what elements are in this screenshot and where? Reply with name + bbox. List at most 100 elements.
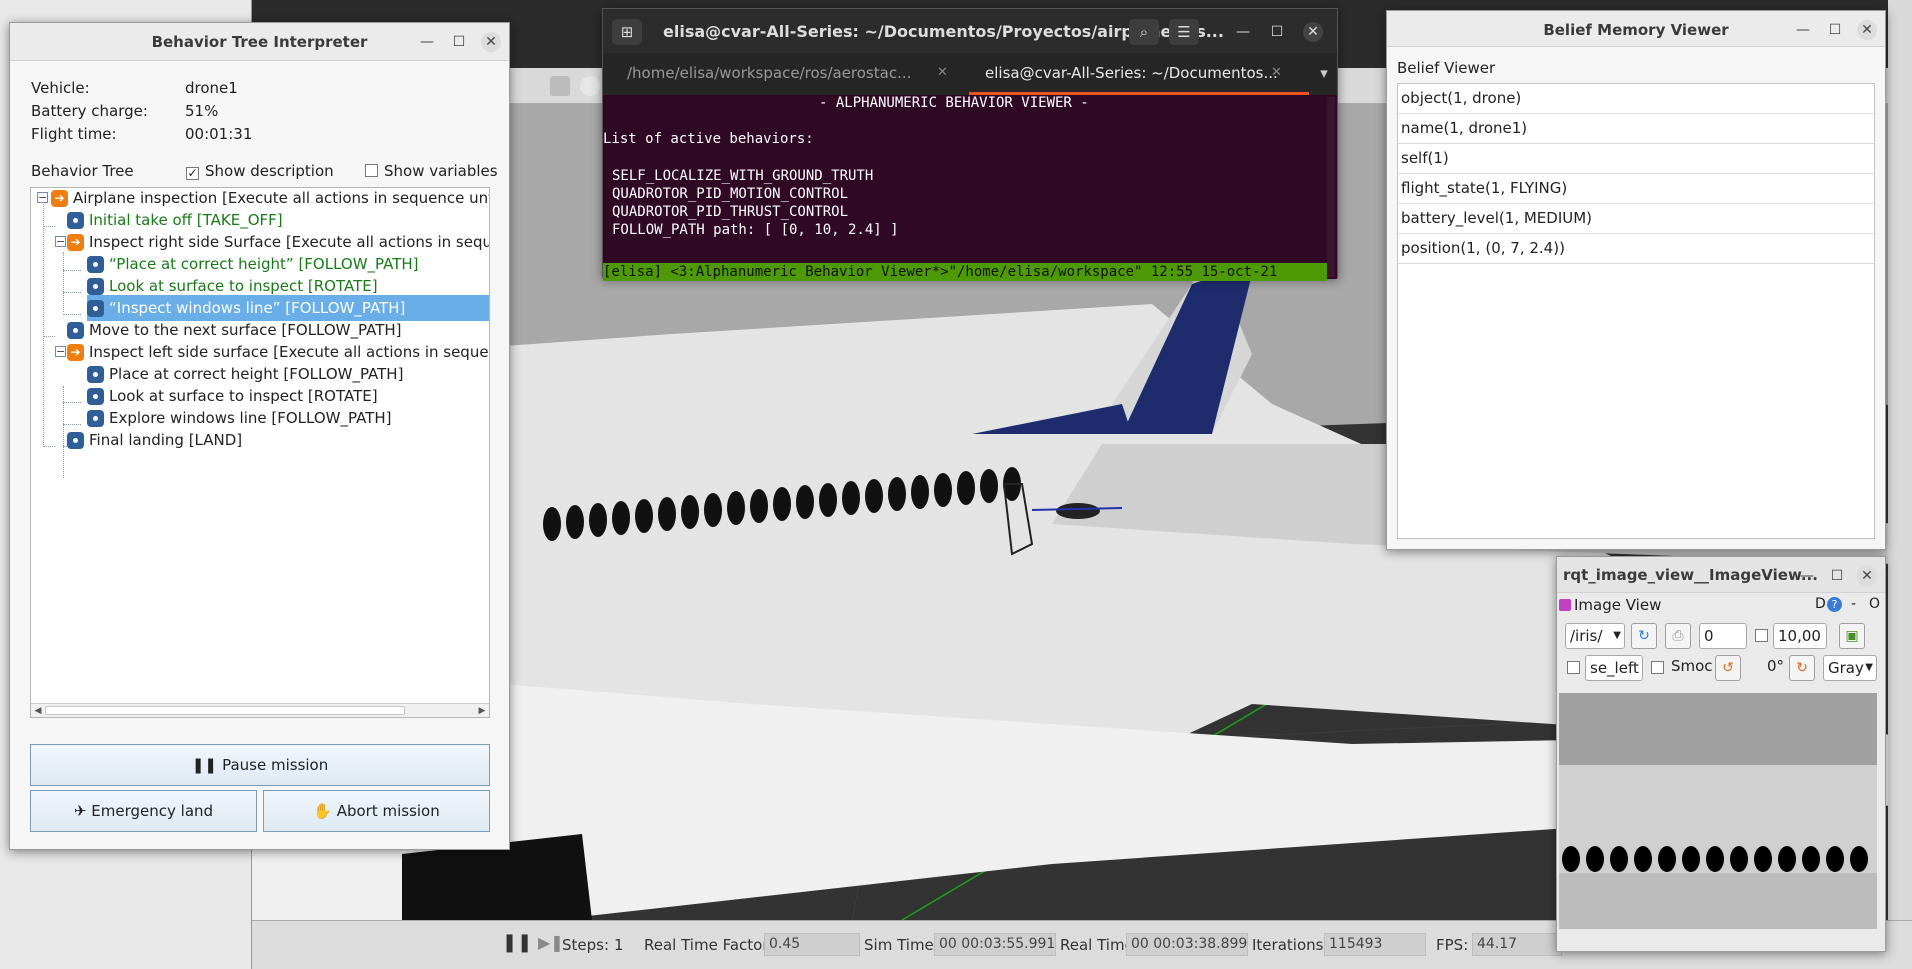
landing-icon: ✈	[73, 802, 92, 820]
color-scheme-value: Gray	[1828, 659, 1864, 677]
terminal-line: SELF_LOCALIZE_WITH_GROUND_TRUTH	[612, 168, 874, 184]
battery-value: 51%	[185, 102, 219, 120]
sphere-icon[interactable]	[580, 76, 600, 96]
titlebar[interactable]: Belief Memory Viewer — ☐ ✕	[1387, 11, 1885, 47]
image-view-label: Image View	[1574, 596, 1662, 614]
new-tab-icon[interactable]: ⊞	[612, 19, 642, 45]
terminal-titlebar[interactable]: ⊞ elisa@cvar-All-Series: ~/Documentos/Pr…	[603, 9, 1337, 53]
action-icon	[87, 256, 104, 273]
tab-documentos[interactable]: elisa@cvar-All-Series: ~/Documentos... ✕	[969, 53, 1309, 95]
action-icon	[67, 432, 84, 449]
tree-node[interactable]: Final landing [LAND]	[67, 427, 489, 453]
refresh-icon[interactable]: ↻	[1631, 623, 1657, 649]
collapse-toggle[interactable]: −	[55, 346, 66, 357]
titlebar[interactable]: Behavior Tree Interpreter — ☐ ✕	[10, 23, 509, 61]
checkbox-checked-icon[interactable]: ✓	[186, 167, 199, 180]
rotate-left-icon[interactable]: ↺	[1715, 655, 1741, 681]
abort-mission-label: Abort mission	[336, 802, 440, 820]
minimize-icon[interactable]: —	[1793, 20, 1813, 40]
steps-value[interactable]: 1	[614, 936, 624, 954]
maximize-icon[interactable]: ☐	[1827, 566, 1847, 586]
minimize-icon[interactable]: —	[417, 32, 437, 52]
tree-connector	[63, 402, 81, 403]
pause-sim-icon[interactable]: ❚❚	[502, 932, 532, 953]
belief-memory-viewer-window: Belief Memory Viewer — ☐ ✕ Belief Viewer…	[1386, 10, 1886, 550]
save-icon[interactable]: ⎙	[1665, 623, 1691, 649]
checkbox-unchecked-icon[interactable]	[365, 164, 378, 177]
steps-label: Steps:	[562, 936, 610, 954]
emergency-land-button[interactable]: ✈ Emergency land	[30, 790, 257, 832]
topic-select[interactable]: /iris/ ▼	[1565, 623, 1625, 649]
close-icon[interactable]: ✕	[481, 32, 501, 52]
pause-icon: ❚❚	[191, 756, 223, 774]
vehicle-value: drone1	[185, 79, 238, 97]
minimize-icon[interactable]: —	[1797, 566, 1817, 586]
belief-row[interactable]: name(1, drone1)	[1398, 114, 1874, 144]
belief-row[interactable]: position(1, (0, 7, 2.4))	[1398, 234, 1874, 264]
topic-suffix-field[interactable]: se_left	[1585, 655, 1643, 681]
terminal-line: QUADROTOR_PID_MOTION_CONTROL	[612, 186, 849, 202]
tab-workspace[interactable]: /home/elisa/workspace/ros/aerostac... ✕	[627, 53, 957, 95]
show-description-checkbox[interactable]: ✓ Show description	[186, 162, 334, 180]
behavior-tree-view[interactable]: − − − ➔ Airplane inspection [Execute all…	[30, 187, 490, 718]
scroll-right-icon[interactable]: ▶	[475, 704, 489, 717]
tree-connector	[63, 386, 64, 478]
close-tab-icon[interactable]: ✕	[1271, 53, 1282, 92]
belief-row[interactable]: flight_state(1, FLYING)	[1398, 174, 1874, 204]
close-icon[interactable]: ✕	[1303, 22, 1323, 42]
rotation-value: 0°	[1767, 657, 1785, 675]
maximize-icon[interactable]: ☐	[1267, 22, 1287, 42]
close-icon[interactable]: ✕	[1857, 20, 1877, 40]
emergency-land-label: Emergency land	[91, 802, 214, 820]
help-icon[interactable]: ?	[1827, 597, 1842, 612]
search-icon[interactable]: ⌕	[1129, 19, 1159, 45]
belief-row[interactable]: object(1, drone)	[1398, 84, 1874, 114]
color-scheme-select[interactable]: Gray ▼	[1823, 655, 1877, 681]
minimize-plugin-button[interactable]: -	[1851, 596, 1856, 612]
maximize-icon[interactable]: ☐	[449, 32, 469, 52]
action-icon	[87, 278, 104, 295]
show-variables-checkbox[interactable]: Show variables	[365, 162, 498, 180]
abort-mission-button[interactable]: ✋ Abort mission	[263, 790, 490, 832]
cube-icon[interactable]	[550, 76, 570, 96]
collapse-toggle[interactable]: −	[55, 236, 66, 247]
close-tab-icon[interactable]: ✕	[937, 53, 948, 93]
terminal-line: QUADROTOR_PID_THRUST_CONTROL	[612, 204, 849, 220]
close-plugin-button[interactable]: O	[1869, 596, 1880, 612]
belief-row[interactable]: battery_level(1, MEDIUM)	[1398, 204, 1874, 234]
topic-suffix-value: se_left	[1590, 659, 1639, 677]
step-icon[interactable]: ▶❚	[538, 933, 564, 952]
checkbox-unchecked-icon[interactable]	[1567, 661, 1580, 674]
terminal-output[interactable]: - ALPHANUMERIC BEHAVIOR VIEWER - List of…	[603, 95, 1337, 281]
terminal-tabs: /home/elisa/workspace/ros/aerostac... ✕ …	[603, 53, 1337, 95]
sequence-icon: ➔	[67, 234, 84, 251]
tabs-dropdown-icon[interactable]: ▾	[1309, 53, 1339, 95]
titlebar[interactable]: rqt_image_view__ImageView... — ☐ ✕	[1557, 557, 1885, 593]
fps-label: FPS:	[1436, 936, 1469, 954]
vehicle-label: Vehicle:	[31, 79, 90, 97]
scrollbar-thumb[interactable]	[45, 706, 405, 715]
menu-icon[interactable]: ☰	[1169, 19, 1199, 45]
checkbox-unchecked-icon[interactable]	[1755, 629, 1768, 642]
maximize-icon[interactable]: ☐	[1825, 20, 1845, 40]
dock-button[interactable]: D	[1815, 596, 1826, 612]
fit-image-icon[interactable]: ▣	[1839, 623, 1865, 649]
camera-image[interactable]	[1559, 693, 1877, 929]
close-icon[interactable]: ✕	[1857, 566, 1877, 586]
checkbox-unchecked-icon[interactable]	[1651, 661, 1664, 674]
minimize-icon[interactable]: —	[1233, 22, 1253, 42]
gazebo-right-edge	[1888, 0, 1912, 969]
spin-box[interactable]: 0	[1699, 623, 1747, 649]
action-icon	[87, 300, 104, 317]
max-range-field[interactable]: 10,00	[1773, 623, 1827, 649]
belief-list[interactable]: object(1, drone) name(1, drone1) self(1)…	[1397, 83, 1875, 539]
rotate-right-icon[interactable]: ↻	[1789, 655, 1815, 681]
belief-viewer-label: Belief Viewer	[1397, 59, 1496, 77]
belief-row[interactable]: self(1)	[1398, 144, 1874, 174]
horizontal-scrollbar[interactable]: ◀ ▶	[31, 703, 489, 717]
scroll-left-icon[interactable]: ◀	[31, 704, 45, 717]
pause-mission-button[interactable]: ❚❚ Pause mission	[30, 744, 490, 786]
terminal-scrollbar[interactable]	[1327, 97, 1335, 277]
tree-connector	[43, 204, 44, 447]
collapse-toggle[interactable]: −	[37, 192, 48, 203]
